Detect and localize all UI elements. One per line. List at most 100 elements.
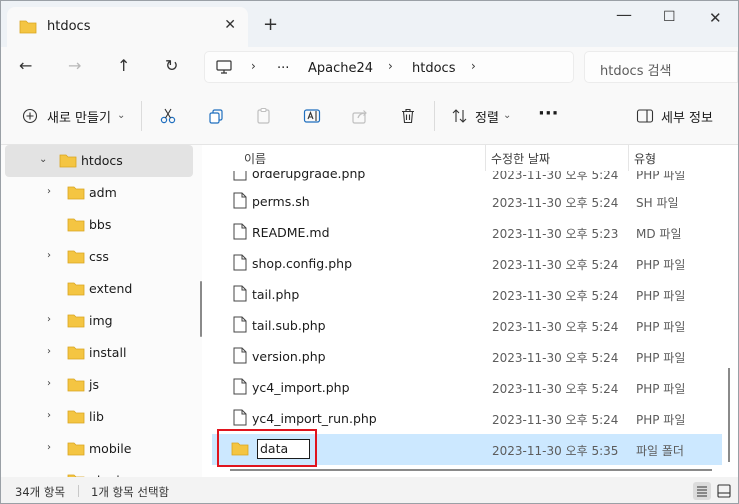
file-type: PHP 파일 <box>636 289 686 303</box>
chevron-right-icon[interactable]: › <box>47 378 51 389</box>
folder-icon <box>67 281 85 299</box>
breadcrumb-apache24[interactable]: Apache24 <box>308 61 373 76</box>
tiles-view-icon[interactable] <box>715 482 733 500</box>
file-date: 2023-11-30 오후 5:24 <box>492 413 619 427</box>
sidebar-item-label: install <box>89 345 127 360</box>
sidebar-item-label: lib <box>89 409 104 424</box>
column-type[interactable]: 유형 <box>634 150 656 167</box>
column-divider[interactable] <box>485 145 486 171</box>
sidebar-item-htdocs[interactable]: ⌄ htdocs <box>5 145 193 177</box>
file-icon <box>233 192 247 212</box>
file-name: perms.sh <box>252 194 310 209</box>
sidebar-item-label: js <box>89 377 99 392</box>
file-name: yc4_import.php <box>252 380 350 395</box>
file-row[interactable]: tail.php 2023-11-30 오후 5:24 PHP 파일 <box>212 279 722 310</box>
chevron-down-icon[interactable]: ⌄ <box>117 110 125 121</box>
file-type: PHP 파일 <box>636 382 686 396</box>
file-name: version.php <box>252 349 326 364</box>
back-arrow-icon[interactable]: ← <box>19 56 32 75</box>
sort-button[interactable]: 정렬 <box>475 107 499 126</box>
sidebar-item-plugin[interactable]: › plugin <box>1 465 202 477</box>
folder-icon <box>19 19 37 37</box>
file-date: 2023-11-30 오후 5:24 <box>492 320 619 334</box>
column-divider[interactable] <box>628 145 629 171</box>
status-bar: 34개 항목 1개 항목 선택함 <box>1 477 738 503</box>
sort-ascending-icon: ^ <box>355 145 364 152</box>
new-tab-button[interactable]: + <box>263 14 278 35</box>
folder-icon <box>67 249 85 267</box>
divider <box>434 101 435 131</box>
sidebar-item-img[interactable]: › img <box>1 305 202 337</box>
paste-icon[interactable] <box>255 107 273 128</box>
up-arrow-icon[interactable]: ↑ <box>117 56 130 75</box>
search-input[interactable]: htdocs 검색 <box>584 51 738 83</box>
sidebar-item-mobile[interactable]: › mobile <box>1 433 202 465</box>
file-row[interactable]: shop.config.php 2023-11-30 오후 5:24 PHP 파… <box>212 248 722 279</box>
sidebar-item-install[interactable]: › install <box>1 337 202 369</box>
cut-icon[interactable] <box>159 107 177 128</box>
close-tab-icon[interactable]: ✕ <box>224 17 236 33</box>
refresh-icon[interactable]: ↻ <box>165 56 178 75</box>
chevron-right-icon[interactable]: › <box>471 59 476 73</box>
vertical-scrollbar[interactable] <box>728 368 730 462</box>
breadcrumb-overflow[interactable]: ··· <box>277 61 289 76</box>
chevron-right-icon[interactable]: › <box>47 346 51 357</box>
sidebar-item-extend[interactable]: extend <box>1 273 202 305</box>
file-row[interactable]: README.md 2023-11-30 오후 5:23 MD 파일 <box>212 217 722 248</box>
computer-icon <box>215 58 233 79</box>
chevron-right-icon[interactable]: › <box>47 442 51 453</box>
close-window-button[interactable]: ✕ <box>709 9 722 27</box>
column-header: ^ 이름 수정한 날짜 유형 <box>202 145 738 171</box>
file-row[interactable]: yc4_import.php 2023-11-30 오후 5:24 PHP 파일 <box>212 372 722 403</box>
chevron-right-icon[interactable]: › <box>47 250 51 261</box>
chevron-right-icon[interactable]: › <box>47 314 51 325</box>
file-icon <box>233 223 247 243</box>
chevron-right-icon[interactable]: › <box>47 410 51 421</box>
command-bar: 새로 만들기 ⌄ 정렬 ⌄ ··· 세부 정보 <box>1 89 738 145</box>
file-list: orderupgrade.php 2023-11-30 오후 5:24 PHP … <box>202 145 738 477</box>
sidebar-item-bbs[interactable]: bbs <box>1 209 202 241</box>
new-button[interactable]: 새로 만들기 <box>47 107 111 126</box>
chevron-right-icon[interactable]: › <box>47 186 51 197</box>
file-date: 2023-11-30 오후 5:23 <box>492 227 619 241</box>
file-row[interactable]: tail.sub.php 2023-11-30 오후 5:24 PHP 파일 <box>212 310 722 341</box>
file-type: PHP 파일 <box>636 351 686 365</box>
chevron-down-icon[interactable]: ⌄ <box>39 154 47 165</box>
rename-icon[interactable] <box>303 107 321 128</box>
address-bar[interactable]: › ··· Apache24 › htdocs › <box>204 51 574 83</box>
file-row[interactable]: perms.sh 2023-11-30 오후 5:24 SH 파일 <box>212 186 722 217</box>
maximize-button[interactable]: ☐ <box>663 9 676 25</box>
navigation-pane: ⌄ htdocs › adm bbs › css extend › img › … <box>1 145 202 477</box>
file-name: tail.sub.php <box>252 318 326 333</box>
sidebar-item-adm[interactable]: › adm <box>1 177 202 209</box>
minimize-button[interactable]: — <box>616 5 632 24</box>
column-date[interactable]: 수정한 날짜 <box>491 150 550 167</box>
folder-icon <box>67 185 85 203</box>
column-name[interactable]: 이름 <box>244 150 266 167</box>
chevron-down-icon[interactable]: ⌄ <box>503 110 511 121</box>
breadcrumb-htdocs[interactable]: htdocs <box>412 61 455 76</box>
trash-icon[interactable] <box>399 107 417 128</box>
sidebar-item-label: css <box>89 249 109 264</box>
tab-htdocs[interactable]: htdocs ✕ <box>7 7 248 47</box>
file-date: 2023-11-30 오후 5:24 <box>492 196 619 210</box>
sidebar-item-lib[interactable]: › lib <box>1 401 202 433</box>
details-view-icon[interactable] <box>693 482 711 500</box>
forward-arrow-icon[interactable]: → <box>68 56 81 75</box>
sidebar-item-js[interactable]: › js <box>1 369 202 401</box>
file-icon <box>233 285 247 305</box>
file-row[interactable]: version.php 2023-11-30 오후 5:24 PHP 파일 <box>212 341 722 372</box>
share-icon[interactable] <box>351 107 369 128</box>
file-type: SH 파일 <box>636 196 679 210</box>
copy-icon[interactable] <box>207 107 225 128</box>
file-type: PHP 파일 <box>636 258 686 272</box>
item-count: 34개 항목 <box>15 485 66 499</box>
sidebar-item-label: extend <box>89 281 133 296</box>
more-options-button[interactable]: ··· <box>538 103 559 124</box>
details-button[interactable]: 세부 정보 <box>661 107 713 126</box>
sidebar-item-css[interactable]: › css <box>1 241 202 273</box>
folder-icon <box>67 441 85 459</box>
highlight-box <box>217 429 317 467</box>
divider <box>78 485 79 497</box>
horizontal-scrollbar[interactable] <box>230 469 712 471</box>
